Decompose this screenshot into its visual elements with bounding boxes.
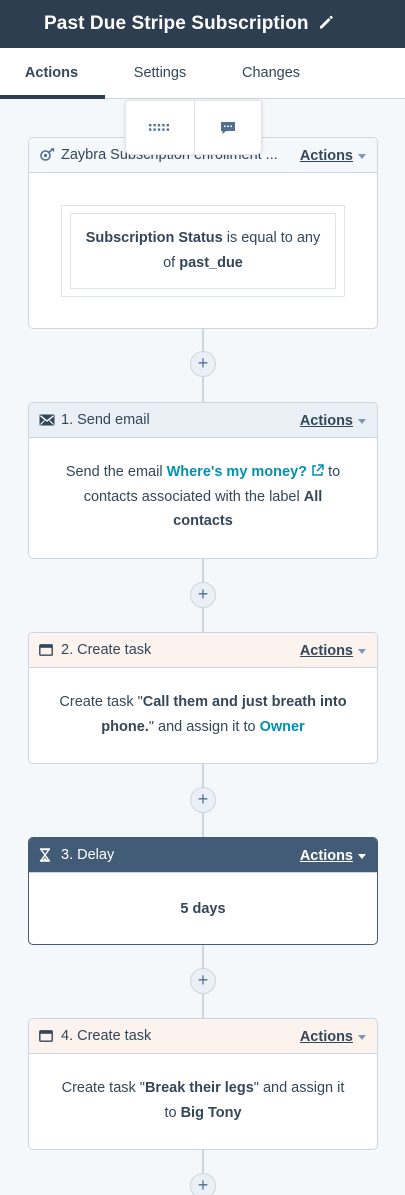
caret-down-icon [358, 649, 366, 654]
delay-card[interactable]: 3. Delay Actions 5 days [28, 837, 378, 945]
tab-settings[interactable]: Settings [112, 48, 208, 98]
actions-dropdown[interactable]: Actions [300, 413, 366, 429]
add-action-button[interactable]: + [190, 968, 216, 994]
card-header: 4. Create task Actions [29, 1019, 377, 1054]
card-body: Send the email Where's my money? to cont… [29, 438, 377, 534]
filter-property: Subscription Status [85, 230, 223, 246]
add-action-button[interactable]: + [190, 787, 216, 813]
add-action-button[interactable]: + [190, 351, 216, 377]
actions-label: Actions [299, 1029, 353, 1045]
actions-dropdown[interactable]: Actions [300, 848, 366, 864]
card-title: 1. Send email [61, 412, 150, 428]
email-link-text: Where's my money? [166, 464, 308, 480]
actions-label: Actions [299, 848, 353, 864]
active-tab-indicator [0, 95, 105, 99]
card-body: Create task "Call them and just breath i… [29, 668, 377, 739]
send-email-card[interactable]: 1. Send email Actions Send the email Whe… [28, 402, 378, 559]
card-title: 4. Create task [61, 1028, 152, 1044]
task-icon [39, 1029, 55, 1043]
filter-group: Subscription Status is equal to any of p… [61, 205, 345, 297]
actions-dropdown[interactable]: Actions [300, 643, 366, 659]
create-task-card[interactable]: 2. Create task Actions Create task "Call… [28, 632, 378, 764]
actions-dropdown[interactable]: Actions [300, 148, 366, 164]
task-icon [39, 643, 55, 657]
assignee-link[interactable]: Owner [260, 719, 305, 735]
card-body: Create task "Break their legs" and assig… [29, 1054, 377, 1125]
caret-down-icon [358, 854, 366, 859]
filter-value: past_due [179, 254, 243, 271]
workflow-title: Past Due Stripe Subscription [44, 13, 309, 34]
task-name: Break their legs [144, 1080, 254, 1096]
actions-dropdown[interactable]: Actions [300, 1029, 366, 1045]
card-header: 3. Delay Actions [29, 838, 377, 873]
enrollment-trigger-icon [39, 148, 55, 162]
hourglass-icon [39, 848, 55, 862]
external-link-icon [311, 464, 324, 480]
actions-label: Actions [299, 413, 353, 429]
card-header: 2. Create task Actions [29, 633, 377, 668]
caret-down-icon [358, 419, 366, 424]
enrollment-trigger-card[interactable]: Zaybra Subscription enrollment ... Actio… [28, 137, 378, 329]
assignee-name: Big Tony [180, 1104, 242, 1121]
tab-bar: Actions Settings Changes [0, 48, 405, 99]
step-text: Create task " [59, 694, 143, 710]
actions-label: Actions [299, 148, 353, 164]
card-header: 1. Send email Actions [29, 403, 377, 438]
actions-label: Actions [299, 643, 353, 659]
step-text: " and assign it to [148, 718, 256, 735]
email-link[interactable]: Where's my money? [167, 464, 324, 480]
tab-changes[interactable]: Changes [226, 48, 316, 98]
caret-down-icon [358, 1035, 366, 1040]
filter-criteria[interactable]: Subscription Status is equal to any of p… [70, 213, 336, 289]
comment-icon[interactable] [193, 101, 262, 154]
canvas-toolbar [125, 100, 262, 155]
step-text: Create task " [61, 1080, 145, 1096]
add-action-button[interactable]: + [190, 1173, 216, 1195]
workflow-header: Past Due Stripe Subscription [0, 0, 405, 48]
caret-down-icon [358, 154, 366, 159]
tab-actions[interactable]: Actions [0, 48, 103, 98]
step-text: Send the email [65, 464, 163, 480]
grid-dots-icon[interactable] [126, 101, 194, 154]
card-title: 3. Delay [61, 847, 115, 863]
envelope-icon [39, 413, 55, 427]
card-title: 2. Create task [61, 642, 152, 658]
add-action-button[interactable]: + [190, 582, 216, 608]
create-task-card[interactable]: 4. Create task Actions Create task "Brea… [28, 1018, 378, 1150]
card-body: 5 days [29, 873, 377, 922]
delay-duration: 5 days [180, 901, 226, 917]
edit-pencil-icon[interactable] [318, 14, 334, 30]
